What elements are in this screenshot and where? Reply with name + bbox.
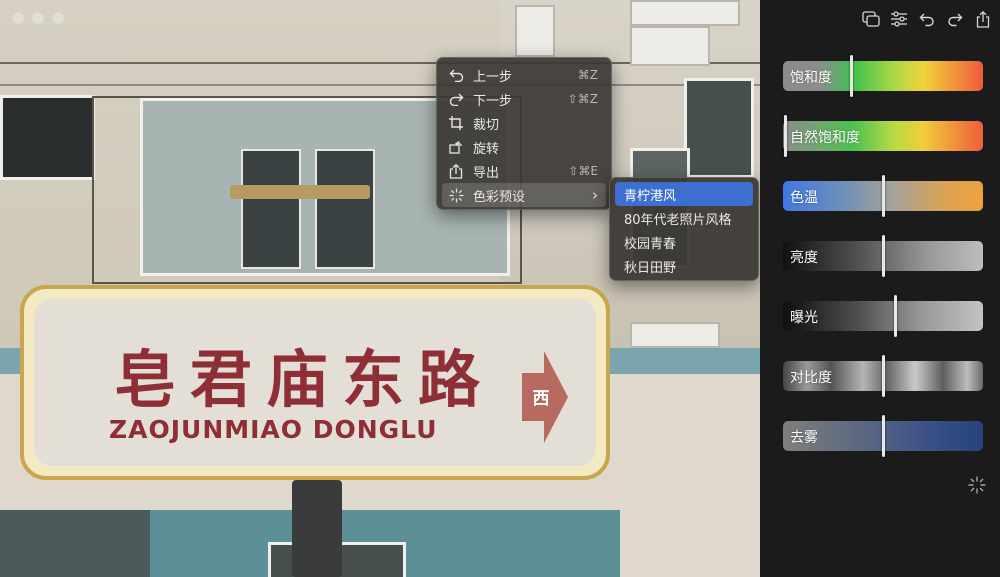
slider-thumb[interactable] xyxy=(881,175,885,217)
undo-icon xyxy=(448,67,464,83)
direction-arrow-icon: 西 xyxy=(522,351,568,443)
slider-label: 曝光 xyxy=(790,310,818,326)
air-conditioner xyxy=(630,322,720,348)
adjustments-panel: 饱和度 自然饱和度 色温 亮度 曝光 对比度 去雾 xyxy=(760,0,1000,577)
auto-enhance-button[interactable] xyxy=(968,476,986,494)
sparkle-icon xyxy=(448,187,464,203)
air-conditioner xyxy=(515,5,555,57)
share-icon xyxy=(976,10,990,28)
menu-item-shortcut: ⌘Z xyxy=(577,68,598,82)
window-minimize-dot[interactable] xyxy=(32,12,44,24)
street-sign-face: 皂君庙东路 ZAOJUNMIAO DONGLU 西 xyxy=(34,299,596,466)
share-button[interactable] xyxy=(972,8,994,30)
window xyxy=(0,95,95,180)
slider-thumb[interactable] xyxy=(849,55,853,97)
color-presets-submenu: 青柠港风 80年代老照片风格 校园青春 秋日田野 xyxy=(609,177,759,281)
redo-icon xyxy=(448,91,464,107)
chevron-right-icon: › xyxy=(592,186,598,204)
slider-track[interactable]: 曝光 xyxy=(783,301,983,331)
share-icon xyxy=(448,163,464,179)
preset-item[interactable]: 校园青春 xyxy=(615,230,753,254)
undo-icon xyxy=(919,12,935,27)
menu-item-label: 下一步 xyxy=(473,93,513,109)
panel-toolbar xyxy=(860,8,994,30)
lower-wall-dark xyxy=(0,510,150,577)
menu-item-crop[interactable]: 裁切 xyxy=(442,111,606,135)
slider-contrast[interactable]: 对比度 xyxy=(760,355,1000,397)
slider-label: 自然饱和度 xyxy=(790,130,860,146)
slider-thumb[interactable] xyxy=(881,415,885,457)
slider-temperature[interactable]: 色温 xyxy=(760,175,1000,217)
slider-label: 去雾 xyxy=(790,430,818,446)
compare-icon xyxy=(862,11,880,27)
slider-thumb[interactable] xyxy=(783,115,787,157)
slider-thumb[interactable] xyxy=(881,355,885,397)
menu-item-label: 旋转 xyxy=(473,141,500,157)
slider-saturation[interactable]: 饱和度 xyxy=(760,55,1000,97)
window-zoom-dot[interactable] xyxy=(52,12,64,24)
menu-item-label: 裁切 xyxy=(473,117,500,133)
slider-dehaze[interactable]: 去雾 xyxy=(760,415,1000,457)
slider-exposure[interactable]: 曝光 xyxy=(760,295,1000,337)
sparkle-icon xyxy=(968,476,986,498)
adjustments-button[interactable] xyxy=(888,8,910,30)
undo-button[interactable] xyxy=(916,8,938,30)
menu-item-label: 色彩预设 xyxy=(473,189,526,205)
menu-item-shortcut: ⇧⌘Z xyxy=(567,92,598,106)
window-close-dot[interactable] xyxy=(12,12,24,24)
window xyxy=(684,78,754,178)
air-conditioner xyxy=(630,0,740,26)
direction-label: 西 xyxy=(532,389,550,409)
menu-item-undo[interactable]: 上一步 ⌘Z xyxy=(442,63,606,87)
air-conditioner xyxy=(630,26,710,66)
menu-item-shortcut: ⇧⌘E xyxy=(568,164,598,178)
sign-pole xyxy=(292,480,342,577)
slider-thumb[interactable] xyxy=(893,295,897,337)
compare-button[interactable] xyxy=(860,8,882,30)
slider-label: 亮度 xyxy=(790,250,818,266)
menu-item-label: 上一步 xyxy=(473,69,513,85)
photo-canvas[interactable]: 皂君庙东路 ZAOJUNMIAO DONGLU 西 xyxy=(0,0,760,577)
menu-item-export[interactable]: 导出 ⇧⌘E xyxy=(442,159,606,183)
preset-item[interactable]: 秋日田野 xyxy=(615,254,753,278)
menu-item-redo[interactable]: 下一步 ⇧⌘Z xyxy=(442,87,606,111)
street-sign-english-name: ZAOJUNMIAO DONGLU xyxy=(109,415,438,444)
preset-item[interactable]: 青柠港风 xyxy=(615,182,753,206)
crop-icon xyxy=(448,115,464,131)
slider-vibrance[interactable]: 自然饱和度 xyxy=(760,115,1000,157)
slider-thumb[interactable] xyxy=(881,235,885,277)
redo-button[interactable] xyxy=(944,8,966,30)
slider-track[interactable]: 饱和度 xyxy=(783,61,983,91)
slider-label: 色温 xyxy=(790,190,818,206)
slider-track[interactable]: 自然饱和度 xyxy=(783,121,983,151)
slider-label: 饱和度 xyxy=(790,70,832,86)
power-line xyxy=(0,84,760,86)
adjustments-icon xyxy=(890,11,908,27)
menu-item-color-presets[interactable]: 色彩预设 › xyxy=(442,183,606,207)
street-sign-chinese-name: 皂君庙东路 xyxy=(114,343,495,416)
slider-brightness[interactable]: 亮度 xyxy=(760,235,1000,277)
preset-item[interactable]: 80年代老照片风格 xyxy=(615,206,753,230)
menu-item-label: 导出 xyxy=(473,165,500,181)
context-menu: 上一步 ⌘Z 下一步 ⇧⌘Z 裁切 旋转 导出 ⇧⌘E 色彩预设 › xyxy=(436,57,612,210)
sign-bracket xyxy=(230,185,370,199)
redo-icon xyxy=(947,12,963,27)
slider-label: 对比度 xyxy=(790,370,832,386)
menu-item-rotate[interactable]: 旋转 xyxy=(442,135,606,159)
street-sign: 皂君庙东路 ZAOJUNMIAO DONGLU 西 xyxy=(20,285,610,480)
rotate-icon xyxy=(448,139,464,155)
